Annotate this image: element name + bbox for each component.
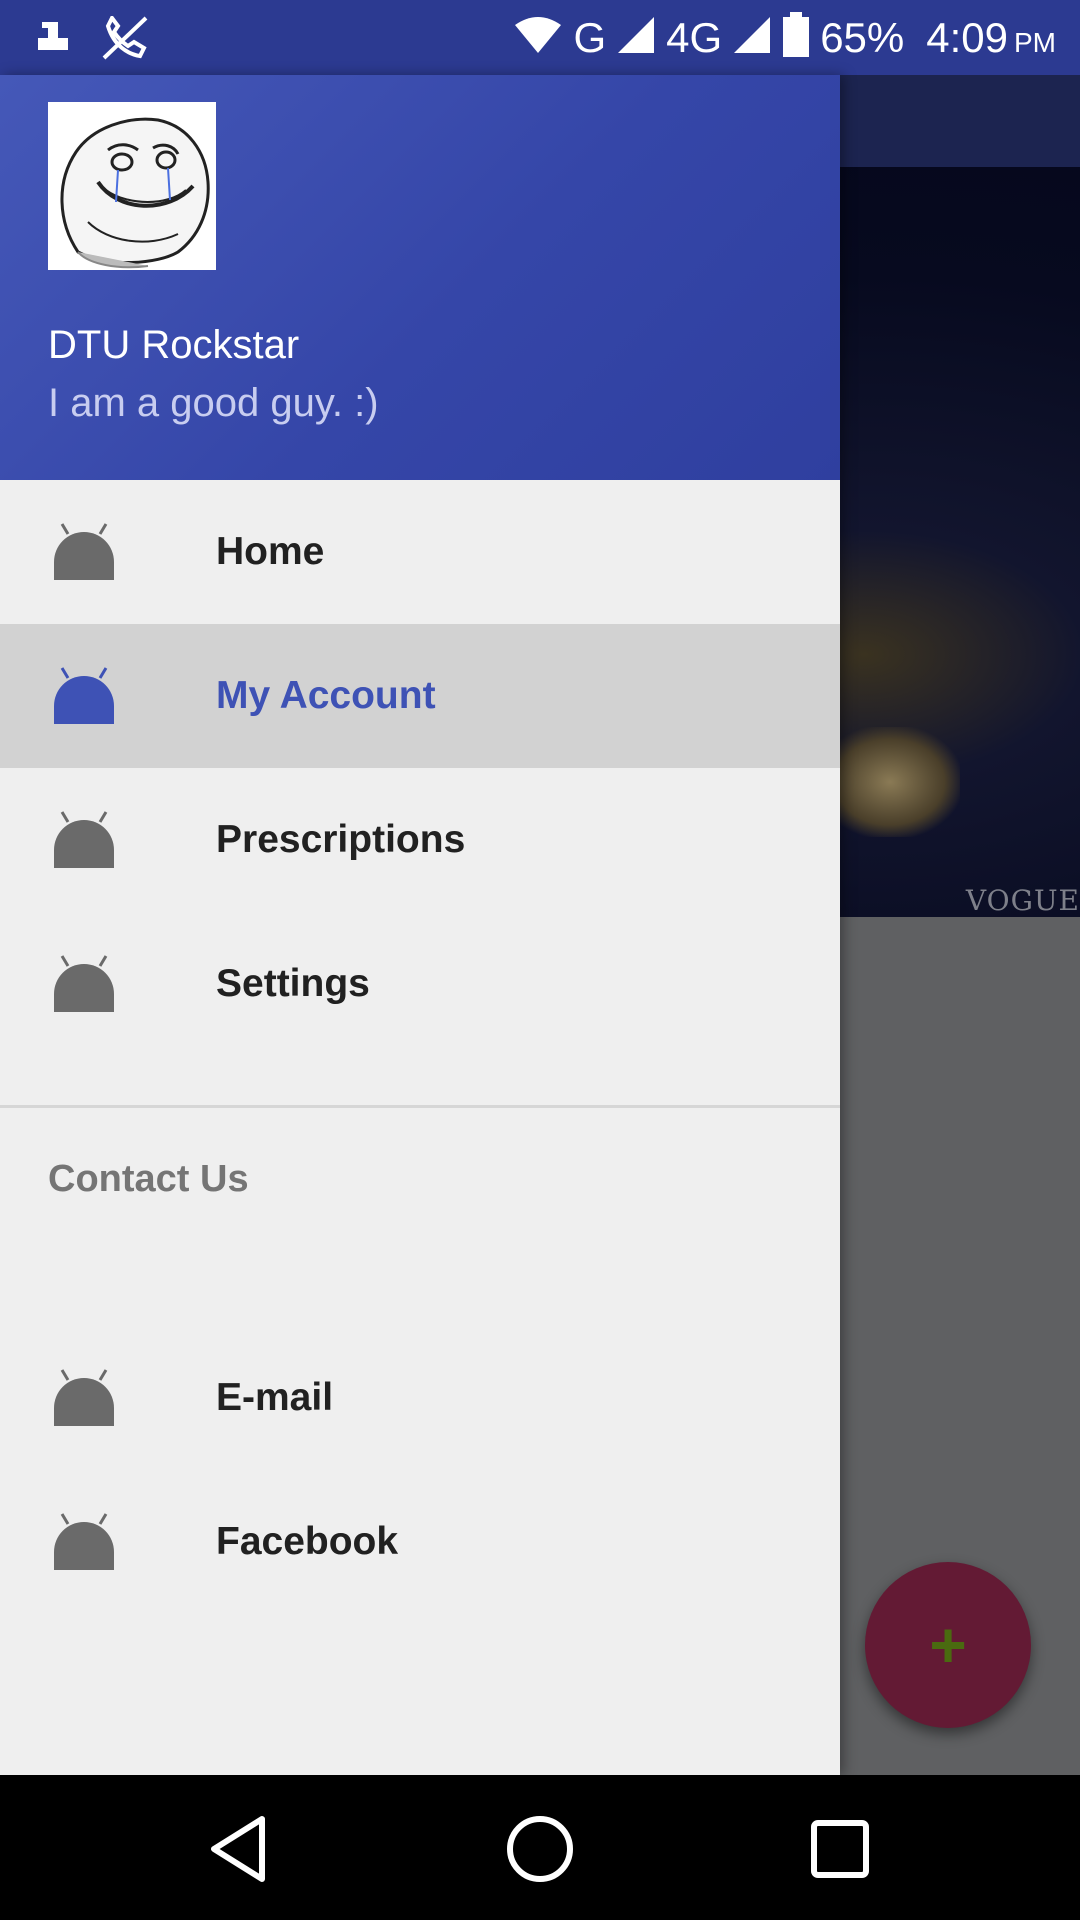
recents-button[interactable] xyxy=(802,1811,878,1887)
menu-item-label: Home xyxy=(216,530,325,573)
menu-item-settings[interactable]: Settings xyxy=(0,912,840,1056)
user-name: DTU Rockstar xyxy=(48,323,300,367)
menu-item-label: Settings xyxy=(216,962,370,1005)
android-icon xyxy=(52,1368,116,1428)
android-icon xyxy=(52,1512,116,1572)
android-icon xyxy=(52,954,116,1014)
navigation-drawer: DTU Rockstar I am a good guy. :) Home My… xyxy=(0,75,840,1775)
menu-item-facebook[interactable]: Facebook xyxy=(0,1470,840,1614)
signal-icon-2 xyxy=(732,15,772,60)
home-button[interactable] xyxy=(502,1811,578,1887)
back-triangle-icon xyxy=(211,1816,265,1882)
wifi-icon xyxy=(513,15,563,60)
status-bar: G 4G 65% 4:09 PM xyxy=(0,0,1080,75)
battery-icon xyxy=(782,12,810,63)
drawer-header: DTU Rockstar I am a good guy. :) xyxy=(0,75,840,480)
menu-divider xyxy=(0,1105,840,1108)
no-call-icon xyxy=(100,14,150,65)
network-type-label-2: 4G xyxy=(666,13,723,61)
menu-item-label: Facebook xyxy=(216,1520,399,1563)
system-navigation-bar xyxy=(0,1775,1080,1920)
menu-item-label: Prescriptions xyxy=(216,818,466,861)
network-type-label: G xyxy=(573,13,607,61)
contact-section-header: Contact Us xyxy=(48,1158,249,1200)
menu-item-label: My Account xyxy=(216,674,436,717)
plus-icon: + xyxy=(929,1609,967,1681)
back-button[interactable] xyxy=(202,1811,278,1887)
image-watermark: VOGUE xyxy=(965,884,1080,917)
android-icon xyxy=(52,810,116,870)
signal-icon xyxy=(616,15,656,60)
avatar[interactable] xyxy=(48,102,216,270)
menu-item-my-account[interactable]: My Account xyxy=(0,624,840,768)
image-highlight xyxy=(820,727,960,837)
android-icon xyxy=(52,666,116,726)
clock-time: 4:09 xyxy=(926,13,1008,61)
menu-item-prescriptions[interactable]: Prescriptions xyxy=(0,768,840,912)
menu-item-email[interactable]: E-mail xyxy=(0,1326,840,1470)
menu-item-home[interactable]: Home xyxy=(0,480,840,624)
notification-icon xyxy=(36,16,70,65)
user-status: I am a good guy. :) xyxy=(48,381,379,425)
home-circle-icon xyxy=(507,1816,573,1882)
recents-square-icon xyxy=(811,1820,869,1878)
clock-ampm: PM xyxy=(1014,26,1056,58)
contact-menu: E-mail Facebook xyxy=(0,1326,840,1614)
drawer-menu: Home My Account Prescriptions Settings xyxy=(0,480,840,1056)
menu-item-label: E-mail xyxy=(216,1376,334,1419)
battery-percentage: 65% xyxy=(820,13,905,61)
android-icon xyxy=(52,522,116,582)
add-fab-button[interactable]: + xyxy=(865,1562,1031,1728)
clock: 4:09 PM xyxy=(926,14,1056,62)
